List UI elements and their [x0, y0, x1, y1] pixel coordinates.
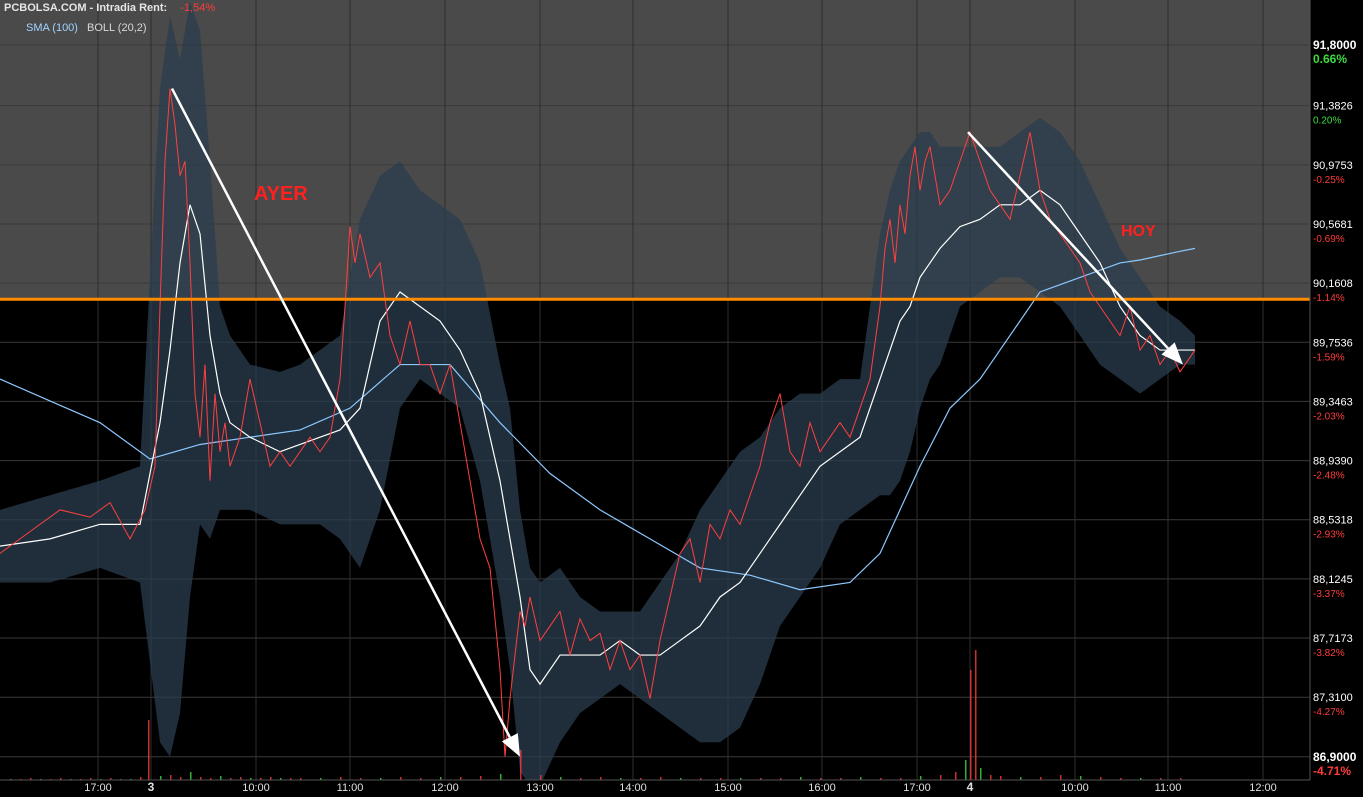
volume-bar-62	[955, 772, 957, 780]
y-tick-label-7: 88,9390	[1313, 456, 1353, 468]
chart-header: PCBOLSA.COM - Intradia Rent: -1,54%	[4, 2, 215, 14]
x-tick-label-5: 13:00	[526, 782, 554, 794]
x-tick-label-9: 17:00	[903, 782, 931, 794]
y-tick-pct-4: -1.14%	[1313, 293, 1345, 304]
y-tick-pct-5: -1.59%	[1313, 352, 1345, 363]
x-tick-label-4: 12:00	[431, 782, 459, 794]
volume-bar-67	[990, 775, 992, 780]
y-tick-label-5: 89,7536	[1313, 337, 1353, 349]
volume-bar-18	[190, 772, 192, 780]
x-axis: 17:00 3 10:00 11:00 12:00 13:00 14:00 15:00 16:0…	[0, 779, 1310, 797]
x-tick-label-12: 11:00	[1155, 782, 1182, 794]
volume-bar-38	[480, 776, 482, 780]
y-tick-label-9: 88,1245	[1313, 574, 1353, 586]
volume-bar-63	[965, 760, 967, 780]
y-tick-pct-8: -2.93%	[1313, 530, 1345, 541]
volume-bar-66	[980, 768, 982, 780]
x-tick-label-11: 10:00	[1061, 782, 1089, 794]
sma-legend: SMA (100)	[26, 22, 78, 34]
price-chart: AYER HOY 91,80000.66% 91,3826 0.20% 90,9753…	[0, 0, 1363, 797]
y-tick-label-11: 87,3100	[1313, 692, 1353, 704]
y-tick-label-4: 90,1608	[1313, 278, 1353, 290]
x-tick-label-0: 17:00	[84, 782, 112, 794]
y-tick-pct-12: -4.71%	[1313, 764, 1351, 778]
volume-bar-15	[160, 776, 162, 780]
volume-bar-21	[220, 776, 222, 780]
y-tick-pct-6: -2.03%	[1313, 411, 1345, 422]
annotation-hoy: HOY	[1121, 223, 1156, 240]
volume-bar-71	[1060, 775, 1062, 780]
y-tick-label-12: 86,9000	[1313, 750, 1357, 764]
x-tick-label-3: 11:00	[337, 782, 364, 794]
boll-legend: BOLL (20,2)	[87, 22, 147, 34]
x-tick-label-2: 10:00	[242, 782, 270, 794]
volume-bar-40	[520, 750, 522, 780]
y-tick-pct-2: -0.25%	[1313, 175, 1345, 186]
volume-bar-16	[170, 775, 172, 780]
x-tick-label-1: 3	[148, 780, 155, 794]
y-tick-label-6: 89,3463	[1313, 396, 1353, 408]
x-tick-label-6: 14:00	[619, 782, 647, 794]
y-tick-pct-10: -3.82%	[1313, 648, 1345, 659]
volume-bar-64	[970, 670, 972, 780]
y-tick-pct-0: 0.66%	[1313, 52, 1347, 66]
volume-bar-39	[500, 774, 502, 780]
y-tick-label-0: 91,8000	[1313, 38, 1357, 52]
site-title: PCBOLSA.COM - Intradia	[4, 2, 137, 14]
indicator-legend: SMA (100) BOLL (20,2)	[26, 22, 147, 34]
x-tick-label-13: 12:00	[1249, 782, 1277, 794]
y-tick-label-2: 90,9753	[1313, 160, 1353, 172]
volume-bar-60	[920, 776, 922, 780]
x-tick-label-10: 4	[967, 780, 974, 794]
volume-bar-68	[1000, 776, 1002, 780]
y-tick-pct-7: -2.48%	[1313, 471, 1345, 482]
volume-bar-41	[540, 775, 542, 780]
y-tick-pct-11: -4.27%	[1313, 707, 1345, 718]
y-tick-pct-3: -0.69%	[1313, 234, 1345, 245]
volume-bar-72	[1080, 776, 1082, 780]
y-axis: 91,80000.66% 91,3826 0.20% 90,9753 -0.25% 90,…	[1309, 0, 1363, 797]
rent-value: -1,54%	[180, 2, 216, 14]
x-tick-label-8: 16:00	[808, 782, 836, 794]
y-tick-pct-1: 0.20%	[1313, 116, 1341, 127]
annotation-ayer: AYER	[254, 183, 308, 205]
volume-bar-61	[940, 775, 942, 780]
y-tick-pct-9: -3.37%	[1313, 589, 1345, 600]
y-tick-label-8: 88,5318	[1313, 515, 1353, 527]
volume-bar-65	[975, 650, 977, 780]
y-tick-label-3: 90,5681	[1313, 219, 1353, 231]
y-tick-label-10: 87,7173	[1313, 633, 1353, 645]
rent-label: Rent:	[139, 2, 168, 14]
x-tick-label-7: 15:00	[714, 782, 742, 794]
x-axis-background	[0, 780, 1310, 797]
y-tick-label-1: 91,3826	[1313, 101, 1353, 113]
volume-bar-14	[148, 720, 150, 780]
